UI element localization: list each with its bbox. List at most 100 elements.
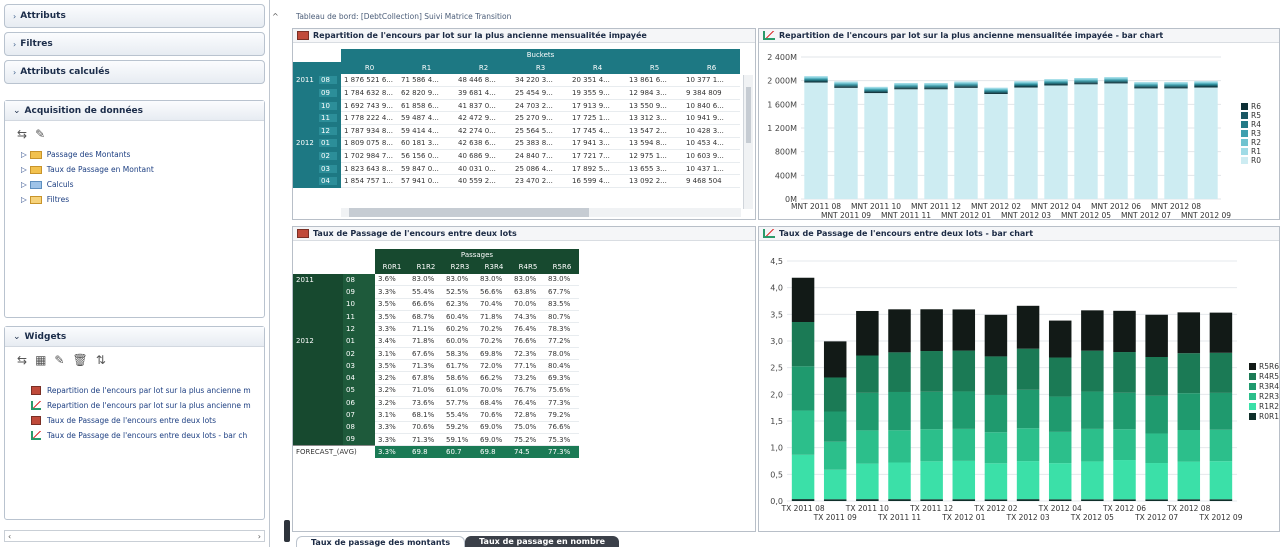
year-cell[interactable] (293, 298, 343, 311)
row-header[interactable]: 09 (293, 86, 341, 100)
table-cell[interactable]: 75.2% (511, 433, 545, 447)
table-cell[interactable]: 67.7% (545, 285, 579, 299)
table-cell[interactable]: 62 820 9... (398, 86, 455, 100)
table-cell[interactable]: 17 725 1... (569, 111, 626, 126)
year-cell[interactable]: 2011 (293, 273, 343, 286)
bar-R1[interactable] (834, 81, 858, 83)
bar-R4R5[interactable] (952, 350, 976, 392)
bar-R3[interactable] (1044, 81, 1068, 83)
table-cell[interactable]: 70.2% (477, 322, 511, 336)
table-cell[interactable]: 10 428 3... (683, 124, 740, 138)
table-cell[interactable]: 10 603 9... (683, 149, 740, 163)
table-cell[interactable]: 77.2% (545, 335, 579, 348)
bar-R0[interactable] (924, 83, 948, 199)
collapse-icon[interactable]: ⌄ (13, 106, 21, 116)
column-header[interactable]: R4R5 (511, 261, 545, 274)
bar-R3[interactable] (1074, 80, 1098, 82)
table-cell[interactable]: 25 270 9... (512, 111, 569, 126)
column-header[interactable]: R6 (683, 61, 740, 75)
forecast-cell[interactable]: 77.3% (545, 445, 579, 459)
table-cell[interactable]: 3.5% (375, 298, 409, 311)
table-cell[interactable]: 1 854 757 1... (341, 174, 398, 189)
table-cell[interactable]: 23 470 2... (512, 174, 569, 189)
year-cell[interactable] (293, 347, 343, 360)
table-cell[interactable]: 67.8% (409, 371, 443, 385)
forecast-cell[interactable]: 74.5 (511, 445, 545, 459)
bar-R5R6[interactable] (823, 341, 847, 378)
table-cell[interactable]: 69.8% (477, 347, 511, 361)
table-cell[interactable]: 16 599 4... (569, 174, 626, 189)
table-cell[interactable]: 3.2% (375, 371, 409, 385)
bar-R4[interactable] (1164, 85, 1188, 87)
bar-R5R6[interactable] (791, 277, 815, 323)
bar-R0R1[interactable] (1016, 499, 1040, 501)
bar-R6[interactable] (804, 81, 828, 83)
collapse-panel-icon[interactable]: ^ (272, 12, 279, 21)
tree-toggle-icon[interactable]: ▷ (21, 180, 27, 189)
table-cell[interactable]: 70.0% (511, 298, 545, 311)
bar-R5[interactable] (864, 91, 888, 93)
table-cell[interactable]: 70.6% (477, 408, 511, 422)
bar-R3R4[interactable] (1145, 395, 1168, 434)
bar-R4[interactable] (924, 86, 948, 88)
month-cell[interactable]: 12 (343, 322, 375, 336)
bar-R3[interactable] (1104, 79, 1128, 81)
tree-toggle-icon[interactable]: ▷ (21, 150, 27, 159)
table-cell[interactable]: 17 892 5... (569, 162, 626, 176)
bar-R5[interactable] (954, 85, 978, 87)
bar-R4[interactable] (1044, 82, 1068, 84)
table-cell[interactable]: 59.1% (443, 433, 477, 447)
table-cell[interactable]: 40 031 0... (455, 162, 512, 176)
table-cell[interactable]: 13 092 2... (626, 174, 683, 189)
month-cell[interactable]: 01 (343, 335, 375, 348)
table-cell[interactable]: 34 220 3... (512, 74, 569, 88)
forecast-cell[interactable]: 69.8 (409, 445, 443, 459)
tree-item-calculs[interactable]: ▷ Calculs (21, 177, 264, 192)
bar-R2[interactable] (924, 84, 948, 86)
table-cell[interactable]: 13 655 3... (626, 162, 683, 176)
bar-R4[interactable] (1014, 84, 1038, 86)
table-cell[interactable]: 77.3% (545, 396, 579, 410)
table-cell[interactable]: 70.0% (477, 384, 511, 398)
bar-R1[interactable] (804, 76, 828, 78)
year-cell[interactable] (293, 322, 343, 336)
bar-R1R2[interactable] (920, 461, 943, 500)
bar-R3[interactable] (804, 78, 828, 80)
bar-R4[interactable] (804, 79, 828, 81)
row-header[interactable]: 12 (293, 124, 341, 138)
table-cell[interactable]: 57 941 0... (398, 174, 455, 189)
table-cell[interactable]: 83.0% (545, 273, 579, 287)
bar-R1R2[interactable] (1016, 461, 1040, 500)
bar-R5R6[interactable] (1113, 310, 1136, 353)
bar-R0R1[interactable] (984, 499, 1008, 501)
bar-R1R2[interactable] (888, 462, 911, 500)
splitter-handle[interactable] (284, 520, 290, 542)
table-cell[interactable]: 60.2% (443, 322, 477, 336)
bar-R3[interactable] (954, 83, 978, 85)
bar-R0[interactable] (1074, 78, 1098, 199)
bar-R6[interactable] (894, 88, 918, 90)
bar-R3R4[interactable] (888, 391, 911, 431)
edit-pencil-icon[interactable]: ✎ (54, 353, 64, 367)
month-cell[interactable]: 09 (343, 433, 375, 446)
forecast-cell[interactable]: 3.3% (375, 445, 409, 459)
bar-R4[interactable] (1134, 85, 1158, 87)
row-header[interactable]: 02 (293, 149, 341, 163)
bar-R2R3[interactable] (1177, 430, 1201, 462)
bar-R6[interactable] (1014, 86, 1038, 88)
bar-R2[interactable] (834, 82, 858, 84)
table-cell[interactable]: 58.6% (443, 371, 477, 385)
bar-R0R1[interactable] (856, 499, 879, 501)
row-header[interactable]: 10 (293, 99, 341, 112)
bar-R6[interactable] (984, 92, 1008, 94)
table-cell[interactable]: 13 594 8... (626, 137, 683, 151)
bar-R4R5[interactable] (1177, 353, 1201, 394)
year-cell[interactable] (293, 421, 343, 434)
vertical-scrollbar[interactable] (743, 75, 753, 209)
bar-R0R1[interactable] (1209, 499, 1233, 501)
bar-R4R5[interactable] (920, 351, 943, 392)
table-cell[interactable]: 77.1% (511, 359, 545, 373)
bar-R3[interactable] (834, 83, 858, 85)
row-header[interactable]: 03 (293, 162, 341, 175)
bar-R0[interactable] (1104, 77, 1128, 199)
